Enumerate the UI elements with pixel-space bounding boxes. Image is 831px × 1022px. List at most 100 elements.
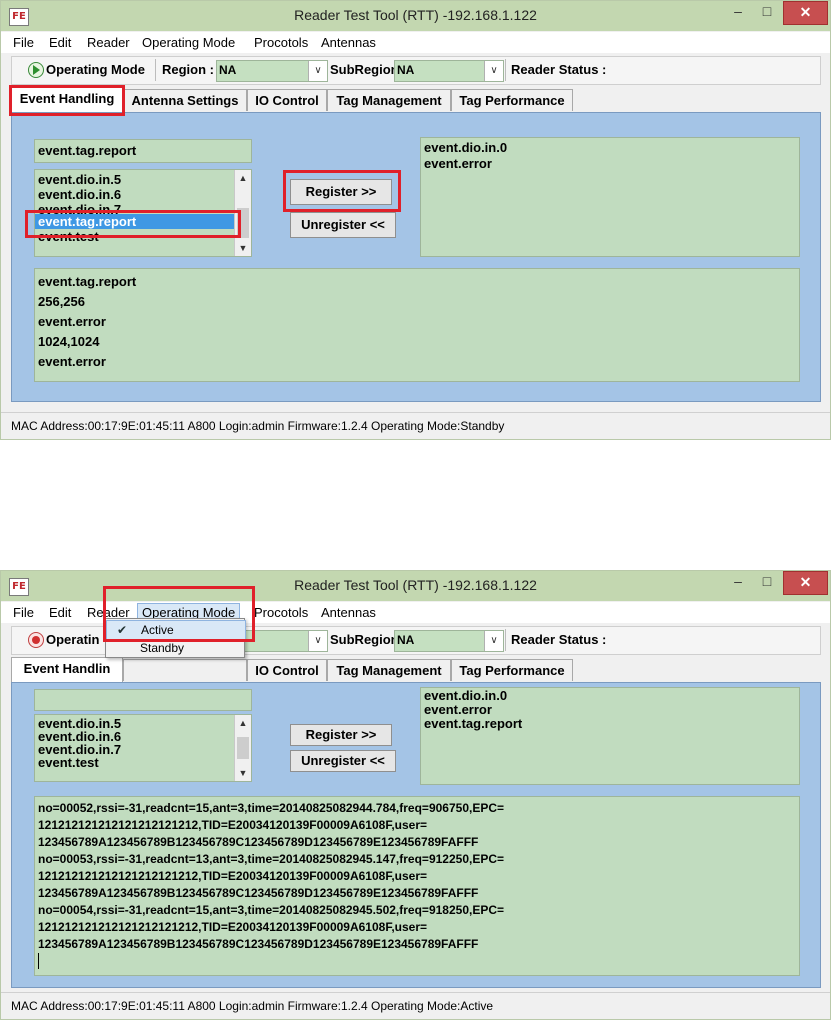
registered-events-list[interactable]: event.dio.in.0 event.error event.tag.rep… <box>420 687 800 785</box>
menu-operating-mode[interactable]: Operating Mode <box>142 35 235 50</box>
chevron-down-icon[interactable]: ∨ <box>484 631 503 651</box>
status-bar: MAC Address:00:17:9E:01:45:11 A800 Login… <box>1 412 830 439</box>
event-name-value: event.tag.report <box>38 143 137 158</box>
play-icon[interactable] <box>28 62 44 78</box>
tab-tag-management[interactable]: Tag Management <box>327 659 451 681</box>
title-bar[interactable]: FE Reader Test Tool (RTT) -192.168.1.122… <box>1 571 830 601</box>
subregion-select[interactable]: NA ∨ <box>394 630 504 652</box>
list-item-selected[interactable]: event.tag.report <box>35 214 234 229</box>
list-item[interactable]: event.error <box>424 156 799 172</box>
menu-reader[interactable]: Reader <box>87 35 130 50</box>
log-line: event.error <box>38 354 106 369</box>
menu-option-active[interactable]: ✔ Active <box>106 620 246 640</box>
menu-option-standby-label: Standby <box>140 641 185 655</box>
chevron-down-icon[interactable]: ∨ <box>308 631 327 651</box>
list-item[interactable]: event.test <box>38 756 251 769</box>
list-item[interactable]: event.dio.in.0 <box>424 689 799 703</box>
reader-status-label: Reader Status : <box>511 62 607 77</box>
list-item[interactable]: event.dio.in.7 <box>38 202 251 214</box>
unregister-button[interactable]: Unregister << <box>290 212 396 238</box>
menu-protocols[interactable]: Procotols <box>254 605 308 620</box>
menu-edit[interactable]: Edit <box>49 35 71 50</box>
list-item[interactable]: event.tag.report <box>424 717 799 731</box>
log-line: 121212121212121212121212,TID=E2003412013… <box>38 869 428 883</box>
scroll-thumb[interactable] <box>237 737 249 759</box>
unregister-button[interactable]: Unregister << <box>290 750 396 772</box>
maximize-button[interactable]: □ <box>754 571 780 593</box>
subregion-select[interactable]: NA ∨ <box>394 60 504 82</box>
tab-io-control[interactable]: IO Control <box>247 89 327 111</box>
event-handling-panel: event.tag.report event.dio.in.5 event.di… <box>11 112 821 402</box>
operating-mode-label[interactable]: Operating Mode <box>46 62 145 77</box>
log-line: event.error <box>38 314 106 329</box>
tab-antenna-settings[interactable] <box>123 659 247 681</box>
tab-event-handling[interactable]: Event Handling <box>11 87 123 112</box>
operating-mode-label[interactable]: Operatin <box>46 632 99 647</box>
tab-io-control[interactable]: IO Control <box>247 659 327 681</box>
scroll-down-icon[interactable]: ▼ <box>235 765 251 781</box>
scroll-up-icon[interactable]: ▲ <box>235 170 251 186</box>
tab-antenna-settings[interactable]: Antenna Settings <box>123 89 247 111</box>
register-button[interactable]: Register >> <box>290 724 392 746</box>
list-scrollbar[interactable]: ▲ ▼ <box>234 715 251 781</box>
region-label: Region : <box>162 62 214 77</box>
stop-icon[interactable] <box>28 632 44 648</box>
scroll-down-icon[interactable]: ▼ <box>235 240 251 256</box>
menu-file[interactable]: File <box>13 605 34 620</box>
menu-antennas[interactable]: Antennas <box>321 35 376 50</box>
list-item[interactable]: event.dio.in.6 <box>38 187 251 202</box>
menu-file[interactable]: File <box>13 35 34 50</box>
register-button[interactable]: Register >> <box>290 179 392 205</box>
chevron-down-icon[interactable]: ∨ <box>308 61 327 81</box>
list-item[interactable]: event.test <box>38 229 251 244</box>
title-bar[interactable]: FE Reader Test Tool (RTT) -192.168.1.122… <box>1 1 830 31</box>
tab-event-handling[interactable]: Event Handlin <box>11 657 123 682</box>
log-line: 123456789A123456789B123456789C123456789D… <box>38 937 479 951</box>
event-log[interactable]: event.tag.report 256,256 event.error 102… <box>34 268 800 382</box>
menu-bar: File Edit Reader Operating Mode Procotol… <box>1 32 830 53</box>
log-line: 123456789A123456789B123456789C123456789D… <box>38 835 479 849</box>
scroll-thumb[interactable] <box>237 208 249 238</box>
subregion-label: SubRegion: <box>330 632 403 647</box>
log-line: 121212121212121212121212,TID=E2003412013… <box>38 920 428 934</box>
tab-tag-performance[interactable]: Tag Performance <box>451 89 573 111</box>
event-name-input[interactable] <box>34 689 252 711</box>
event-name-input[interactable]: event.tag.report <box>34 139 252 163</box>
rtt-window-standby: FE Reader Test Tool (RTT) -192.168.1.122… <box>0 0 831 440</box>
log-line: no=00052,rssi=-31,readcnt=15,ant=3,time=… <box>38 801 505 815</box>
toolbar: Operating Mode Region : NA ∨ SubRegion: … <box>11 56 821 85</box>
log-line: 1024,1024 <box>38 334 100 349</box>
chevron-down-icon[interactable]: ∨ <box>484 61 503 81</box>
available-events-list[interactable]: event.dio.in.5 event.dio.in.6 event.dio.… <box>34 169 252 257</box>
scroll-up-icon[interactable]: ▲ <box>235 715 251 731</box>
log-line: 256,256 <box>38 294 85 309</box>
list-item[interactable]: event.dio.in.5 <box>38 172 251 187</box>
menu-protocols[interactable]: Procotols <box>254 35 308 50</box>
log-line: 123456789A123456789B123456789C123456789D… <box>38 886 479 900</box>
minimize-button[interactable]: – <box>725 1 751 23</box>
list-scrollbar[interactable]: ▲ ▼ <box>234 170 251 256</box>
menu-antennas[interactable]: Antennas <box>321 605 376 620</box>
subregion-value: NA <box>397 633 415 647</box>
region-select[interactable]: NA ∨ <box>216 60 328 82</box>
menu-edit[interactable]: Edit <box>49 605 71 620</box>
available-events-list[interactable]: event.dio.in.5 event.dio.in.6 event.dio.… <box>34 714 252 782</box>
list-item[interactable]: event.error <box>424 703 799 717</box>
close-button[interactable]: ✕ <box>783 571 828 595</box>
tab-tag-performance[interactable]: Tag Performance <box>451 659 573 681</box>
event-handling-panel: event.dio.in.5 event.dio.in.6 event.dio.… <box>11 682 821 988</box>
minimize-button[interactable]: – <box>725 571 751 593</box>
menu-option-active-label: Active <box>141 623 174 637</box>
window-title: Reader Test Tool (RTT) -192.168.1.122 <box>294 7 537 23</box>
operating-mode-dropdown: ✔ Active Standby <box>105 618 246 658</box>
menu-option-standby[interactable]: Standby <box>106 639 244 657</box>
subregion-value: NA <box>397 63 415 77</box>
event-log[interactable]: no=00052,rssi=-31,readcnt=15,ant=3,time=… <box>34 796 800 976</box>
reader-status-label: Reader Status : <box>511 632 607 647</box>
tab-tag-management[interactable]: Tag Management <box>327 89 451 111</box>
close-button[interactable]: ✕ <box>783 1 828 25</box>
registered-events-list[interactable]: event.dio.in.0 event.error <box>420 137 800 257</box>
maximize-button[interactable]: □ <box>754 1 780 23</box>
list-item[interactable]: event.dio.in.0 <box>424 140 799 156</box>
status-bar: MAC Address:00:17:9E:01:45:11 A800 Login… <box>1 992 830 1019</box>
